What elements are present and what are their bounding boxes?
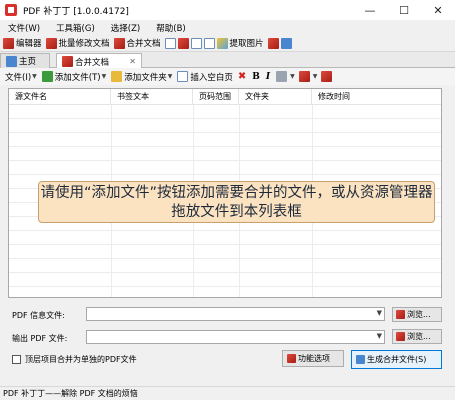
batch-modify-button[interactable]: 批量修改文档 [45,37,110,49]
add-folder-label: 添加文件夹 [124,72,167,83]
chevron-down-icon: ▼ [167,73,173,80]
chevron-down-icon[interactable]: ▼ [377,332,382,340]
chevron-down-icon[interactable]: ▼ [290,73,295,80]
editor-label: 编辑器 [16,39,42,49]
folder-icon [111,71,123,82]
merge-doc-label: 合并文档 [126,39,161,49]
output-pdf-label: 输出 PDF 文件: [12,334,68,343]
add-folder-button[interactable]: 添加文件夹 ▼ [111,71,172,83]
pdf-editor-icon [3,37,14,49]
merge-tab-icon [62,56,73,67]
options-button[interactable]: 功能选项 [282,350,344,367]
generate-merge-button[interactable]: 生成合并文件(S) [351,350,442,369]
tab-home-label: 主页 [19,57,37,67]
tab-bar: 主页 合并文档 ✕ [0,52,455,69]
menu-file[interactable]: 文件(W) [0,22,48,34]
pdf-convert-icon[interactable] [267,37,279,49]
merge-pdf-icon [113,37,125,49]
column-page-range[interactable]: 页码范围 [193,89,239,105]
batch-pdf-icon [45,37,57,49]
output-browse-button[interactable]: 浏览... [392,329,442,344]
file-dropdown-label: 文件(I) [5,72,32,83]
pdf-info-input[interactable]: ▼ [86,307,385,321]
document-icon[interactable] [164,37,176,49]
column-folder[interactable]: 文件夹 [239,89,312,105]
maximize-button[interactable]: ☐ [387,0,421,20]
file-dropdown[interactable]: 文件(I) ▼ [5,71,37,83]
tab-merge[interactable]: 合并文档 ✕ [56,53,142,69]
add-file-label: 添加文件(T) [54,72,101,83]
column-source-file[interactable]: 源文件名 [9,89,111,105]
batch-modify-label: 批量修改文档 [58,39,110,49]
pdf-file-icon [396,310,405,319]
merge-toolbar: 文件(I) ▼ 添加文件(T) ▼ 添加文件夹 ▼ 插入空白页 ✖ B I ▼ … [0,68,455,85]
browse-label: 浏览... [407,310,431,319]
tab-close-icon[interactable]: ✕ [129,57,136,66]
top-level-checkbox[interactable] [12,355,21,364]
italic-button[interactable]: I [266,72,270,82]
app-icon [5,4,17,16]
marker-icon[interactable] [298,71,310,82]
window-title: PDF 补丁丁 [1.0.0.4172] [23,6,129,17]
insert-blank-page-button[interactable]: 插入空白页 [177,71,233,83]
menu-select[interactable]: 选择(Z) [103,22,148,34]
bold-button[interactable]: B [252,72,260,82]
chevron-down-icon[interactable]: ▼ [313,73,318,80]
merge-doc-button[interactable]: 合并文档 [113,37,161,49]
menu-bar: 文件(W) 工具箱(G) 选择(Z) 帮助(B) [0,20,455,35]
extract-images-label: 提取图片 [229,39,264,49]
minimize-button[interactable]: — [353,0,387,20]
extract-images-button[interactable]: 提取图片 [216,37,264,49]
options-label: 功能选项 [298,354,330,363]
options-icon [287,354,296,363]
insert-blank-label: 插入空白页 [190,72,233,83]
output-pdf-input[interactable]: ▼ [86,330,385,344]
tab-merge-label: 合并文档 [75,57,110,68]
chevron-down-icon[interactable]: ▼ [377,309,382,317]
file-list[interactable]: 源文件名 书签文本 页码范围 文件夹 修改时间 请使用“添加文件”按钮添加需要合… [8,88,442,298]
top-level-checkbox-label: 顶层项目合并为单独的PDF文件 [25,355,137,364]
menu-help[interactable]: 帮助(B) [148,22,193,34]
plus-icon [41,71,53,82]
column-modified-time[interactable]: 修改时间 [312,89,441,105]
pages-icon[interactable] [190,37,202,49]
browse-label: 浏览... [407,332,431,341]
editor-button[interactable]: 编辑器 [3,37,42,49]
generate-label: 生成合并文件(S) [367,355,427,364]
menu-toolbox[interactable]: 工具箱(G) [48,22,103,34]
pdf-tool-icon[interactable] [177,37,189,49]
image-icon [216,37,228,49]
blank-page-icon [177,71,189,82]
pdf-info-label: PDF 信息文件: [12,311,65,320]
drop-hint: 请使用“添加文件”按钮添加需要合并的文件，或从资源管理器拖放文件到本列表框 [38,181,435,223]
column-bookmark-text[interactable]: 书签文本 [111,89,193,105]
title-bar: PDF 补丁丁 [1.0.0.4172] — ☐ ✕ [0,0,455,20]
text-icon[interactable] [203,37,215,49]
pdf-info-browse-button[interactable]: 浏览... [392,307,442,322]
close-button[interactable]: ✕ [421,0,455,20]
delete-icon[interactable]: ✖ [238,71,246,82]
chevron-down-icon: ▼ [101,73,107,80]
top-level-option[interactable]: 顶层项目合并为单独的PDF文件 [12,354,137,365]
column-headers: 源文件名 书签文本 页码范围 文件夹 修改时间 [9,89,441,105]
home-icon [6,55,17,67]
pdf-file-icon [396,332,405,341]
main-toolbar: 编辑器 批量修改文档 合并文档 提取图片 [0,35,455,52]
window-controls: — ☐ ✕ [353,0,455,20]
generate-icon [356,355,365,364]
color-icon[interactable] [276,71,288,82]
add-file-button[interactable]: 添加文件(T) ▼ [41,71,107,83]
pdf-settings-icon[interactable] [321,71,333,82]
chevron-down-icon: ▼ [32,73,37,80]
export-icon[interactable] [280,37,292,49]
status-bar: PDF 补丁丁——解除 PDF 文档的烦恼 [0,386,455,400]
tab-home[interactable]: 主页 [0,53,50,68]
